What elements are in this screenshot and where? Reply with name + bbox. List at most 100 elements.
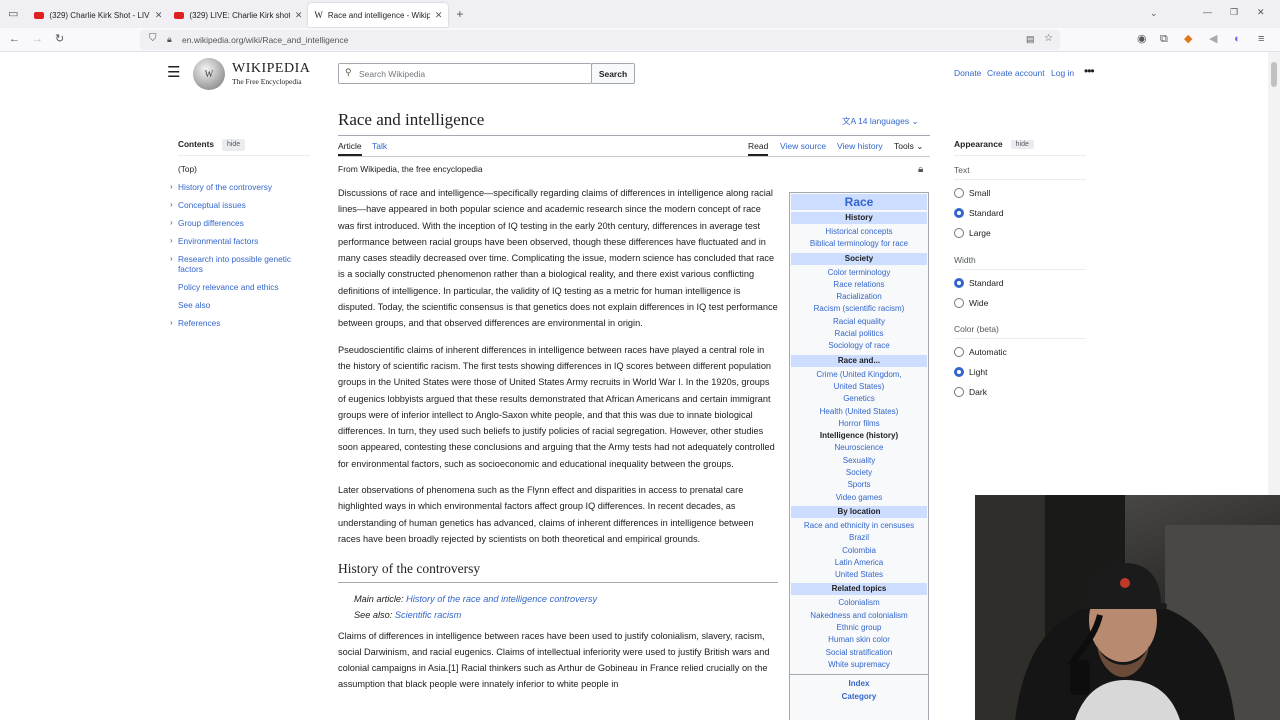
tab-view-source[interactable]: View source (780, 141, 826, 151)
infobox-link[interactable]: Racial politics (790, 328, 928, 340)
radio-button[interactable] (954, 367, 964, 377)
tab-overview-icon[interactable]: ▭ (8, 8, 18, 20)
tools-menu[interactable]: Tools ⌄ (894, 141, 923, 152)
infobox-title[interactable]: Race (791, 194, 927, 210)
infobox-link[interactable]: United States) (790, 381, 928, 393)
browser-tab-2[interactable]: (329) LIVE: Charlie Kirk shot and ✕ (168, 3, 308, 27)
infobox-link[interactable]: Racial equality (790, 316, 928, 328)
tab-article[interactable]: Article (338, 141, 362, 156)
infobox-link[interactable]: Color terminology (790, 267, 928, 279)
protected-lock-icon[interactable]: 🔒︎ (918, 165, 923, 175)
toc-item-environmental[interactable]: › Environmental factors (170, 236, 258, 246)
infobox-link[interactable]: Race and ethnicity in censuses (790, 520, 928, 532)
width-option-wide[interactable]: Wide (954, 298, 988, 308)
infobox-link[interactable]: Colonialism (790, 597, 928, 609)
metamask-icon[interactable]: ◆ (1184, 34, 1192, 45)
browser-tab-3[interactable]: W Race and intelligence - Wikipedia ✕ (308, 3, 449, 27)
radio-button[interactable] (954, 387, 964, 397)
wikipedia-globe-icon[interactable]: W (193, 58, 225, 90)
infobox-link[interactable]: Racism (scientific racism) (790, 303, 928, 315)
infobox-link[interactable]: Racialization (790, 291, 928, 303)
chevron-right-icon[interactable]: › (170, 182, 173, 192)
chevron-right-icon[interactable]: › (170, 236, 173, 246)
infobox-category-link[interactable]: Category (790, 691, 928, 703)
color-option-light[interactable]: Light (954, 367, 987, 377)
toc-item-top[interactable]: (Top) (178, 164, 197, 174)
scrollbar-thumb[interactable] (1271, 62, 1277, 87)
audio-extension-icon[interactable]: ◀ (1209, 34, 1217, 45)
infobox-link[interactable]: Neuroscience (790, 442, 928, 454)
radio-button[interactable] (954, 298, 964, 308)
reload-icon[interactable]: ↻ (55, 34, 64, 45)
search-button[interactable]: Search (591, 63, 635, 84)
text-option-large[interactable]: Large (954, 228, 991, 238)
infobox-link[interactable]: Horror films (790, 418, 928, 430)
infobox-link[interactable]: Society (790, 467, 928, 479)
infobox-link[interactable]: Crime (United Kingdom, (790, 369, 928, 381)
toc-item-see-also[interactable]: See also (178, 300, 210, 310)
close-tab-icon[interactable]: ✕ (295, 10, 303, 21)
color-option-dark[interactable]: Dark (954, 387, 987, 397)
donate-link[interactable]: Donate (954, 68, 981, 78)
maximize-icon[interactable]: ❐ (1230, 8, 1238, 17)
login-link[interactable]: Log in (1051, 68, 1074, 78)
infobox-link[interactable]: Sports (790, 479, 928, 491)
tab-view-history[interactable]: View history (837, 141, 883, 151)
lock-icon[interactable]: 🔒︎ (167, 35, 172, 44)
infobox-link[interactable]: Social stratification (790, 647, 928, 659)
tab-talk[interactable]: Talk (372, 141, 387, 151)
more-options-icon[interactable]: ••• (1084, 64, 1095, 78)
toc-item-genetic[interactable]: › Research into possible genetic factors (170, 254, 303, 274)
bookmark-star-icon[interactable]: ☆ (1044, 34, 1053, 44)
chevron-right-icon[interactable]: › (170, 318, 173, 328)
chevron-right-icon[interactable]: › (170, 200, 173, 210)
toc-item-history[interactable]: › History of the controversy (170, 182, 272, 192)
toc-item-policy[interactable]: Policy relevance and ethics (178, 282, 279, 292)
ai-extension-icon[interactable]: ◐ (1234, 34, 1241, 45)
infobox-link[interactable]: Human skin color (790, 634, 928, 646)
main-article-link[interactable]: History of the race and intelligence con… (406, 594, 597, 604)
appearance-hide-button[interactable]: hide (1010, 140, 1034, 149)
main-menu-icon[interactable]: ☰ (167, 65, 180, 80)
wikipedia-wordmark[interactable]: WIKIPEDIA (232, 61, 310, 77)
toc-item-conceptual[interactable]: › Conceptual issues (170, 200, 246, 210)
tab-read[interactable]: Read (748, 141, 769, 156)
minimize-icon[interactable]: — (1203, 8, 1212, 17)
radio-button[interactable] (954, 188, 964, 198)
see-also-link[interactable]: Scientific racism (395, 610, 461, 620)
radio-button[interactable] (954, 208, 964, 218)
radio-button[interactable] (954, 228, 964, 238)
browser-tab-1[interactable]: (329) Charlie Kirk Shot - LIVE Br ✕ (28, 3, 168, 27)
infobox-link[interactable]: Historical concepts (790, 226, 928, 238)
infobox-link[interactable]: Race relations (790, 279, 928, 291)
toc-item-group-differences[interactable]: › Group differences (170, 218, 244, 228)
infobox-link[interactable]: Colombia (790, 545, 928, 557)
close-window-icon[interactable]: ✕ (1257, 8, 1265, 17)
text-option-small[interactable]: Small (954, 188, 990, 198)
radio-button[interactable] (954, 278, 964, 288)
new-tab-icon[interactable]: + (456, 8, 463, 20)
forward-arrow-icon[interactable]: → (32, 34, 43, 45)
shield-icon[interactable]: ⛉ (149, 34, 157, 44)
radio-button[interactable] (954, 347, 964, 357)
width-option-standard[interactable]: Standard (954, 278, 1004, 288)
reader-view-icon[interactable]: ▤ (1026, 35, 1035, 44)
infobox-link[interactable]: Genetics (790, 393, 928, 405)
create-account-link[interactable]: Create account (987, 68, 1045, 78)
infobox-link[interactable]: United States (790, 569, 928, 581)
infobox-link[interactable]: Sociology of race (790, 340, 928, 352)
text-option-standard[interactable]: Standard (954, 208, 1004, 218)
url-bar[interactable]: ⛉ 🔒︎ en.wikipedia.org/wiki/Race_and_inte… (140, 30, 1060, 50)
infobox-link[interactable]: White supremacy (790, 659, 928, 671)
infobox-link[interactable]: Latin America (790, 557, 928, 569)
infobox-link[interactable]: Nakedness and colonialism (790, 610, 928, 622)
close-tab-icon[interactable]: ✕ (155, 10, 163, 21)
toc-hide-button[interactable]: hide (221, 139, 246, 151)
toc-item-references[interactable]: › References (170, 318, 220, 328)
infobox-link[interactable]: Video games (790, 492, 928, 504)
color-option-automatic[interactable]: Automatic (954, 347, 1007, 357)
menu-icon[interactable]: ≡ (1258, 34, 1264, 45)
account-icon[interactable]: ◉ (1137, 34, 1147, 45)
chevron-right-icon[interactable]: › (170, 218, 173, 228)
infobox-link[interactable]: Ethnic group (790, 622, 928, 634)
